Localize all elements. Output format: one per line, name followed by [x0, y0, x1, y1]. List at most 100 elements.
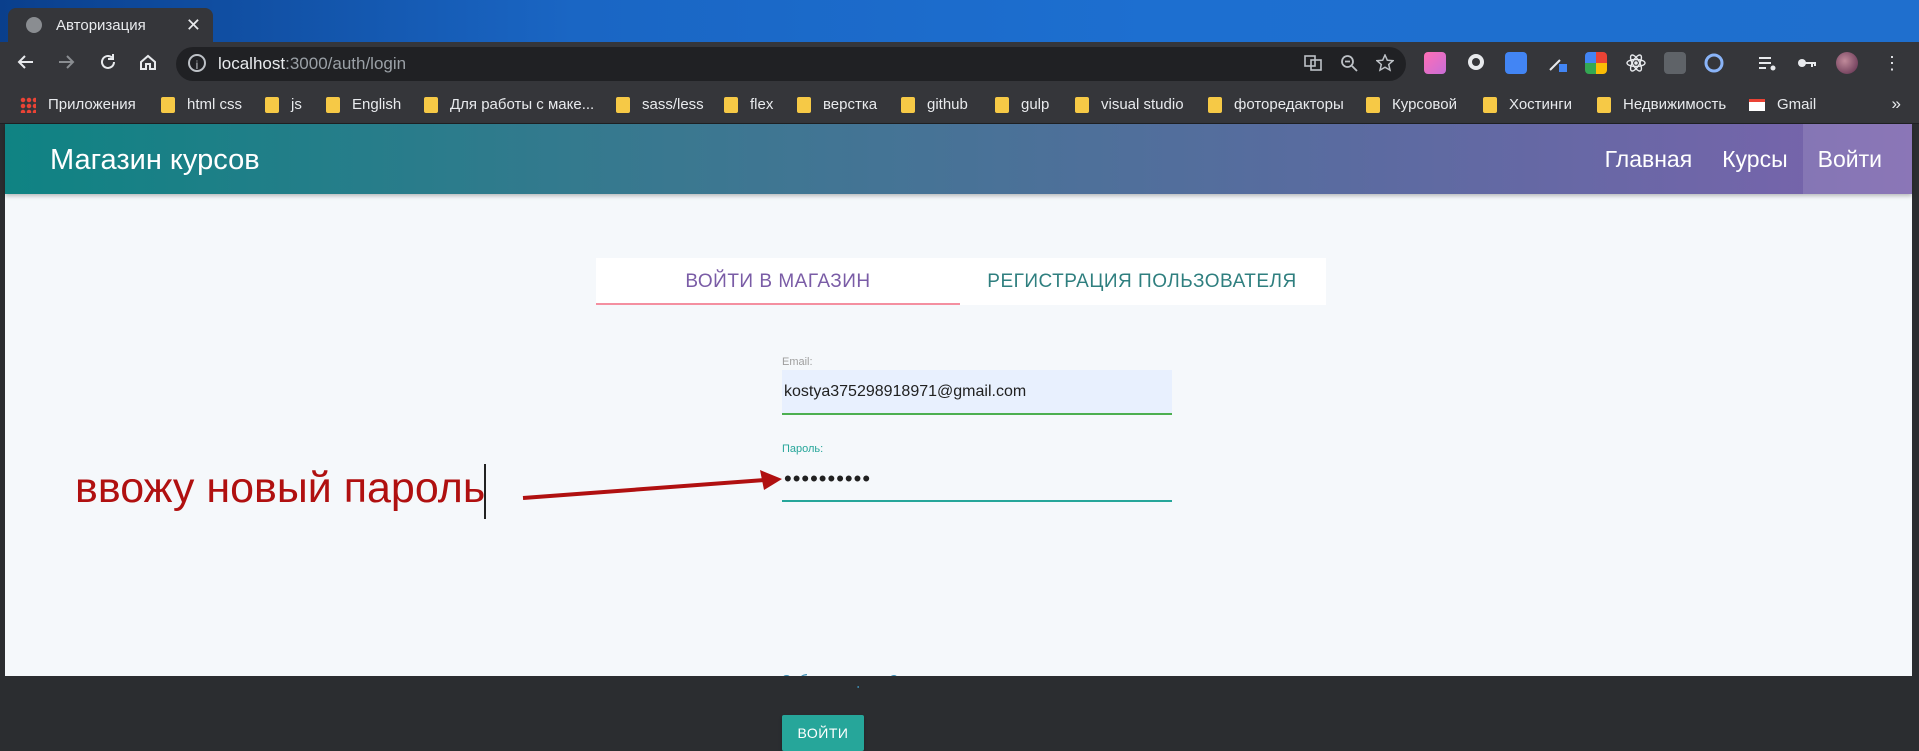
- annotation-text: ввожу новый пароль: [75, 464, 486, 512]
- bookmarks-bar: Приложения html css js English Для работ…: [0, 87, 1919, 124]
- folder-icon: [265, 96, 279, 113]
- bookmark-folder[interactable]: flex: [724, 96, 773, 113]
- bookmark-folder[interactable]: Для работы с маке...: [424, 96, 594, 113]
- menu-dots-icon[interactable]: ⋮: [1881, 52, 1903, 74]
- bookmark-label: Для работы с маке...: [450, 96, 595, 113]
- site-navbar: Магазин курсов Главная Курсы Войти: [5, 124, 1912, 194]
- omnibox-actions: [1304, 53, 1395, 77]
- folder-icon: [1483, 96, 1497, 113]
- more-bookmarks-icon[interactable]: »: [1892, 94, 1901, 114]
- bookmark-label: visual studio: [1101, 96, 1184, 113]
- bookmark-label: github: [927, 96, 968, 113]
- react-devtools-icon[interactable]: [1625, 52, 1647, 74]
- translate-icon[interactable]: [1304, 54, 1322, 77]
- window-bottom-border: [0, 676, 1919, 686]
- bookmark-label: Приложения: [48, 96, 136, 113]
- info-icon[interactable]: i: [188, 54, 206, 72]
- google-translate-icon[interactable]: [1505, 52, 1527, 74]
- email-field[interactable]: kostya375298918971@gmail.com: [782, 370, 1172, 415]
- address-bar[interactable]: i localhost:3000/auth/login: [176, 47, 1406, 81]
- browser-toolbar: i localhost:3000/auth/login ⋮: [0, 42, 1919, 87]
- page-viewport: Магазин курсов Главная Курсы Войти ВОЙТИ…: [5, 124, 1912, 751]
- bookmark-folder[interactable]: Хостинги: [1483, 96, 1572, 113]
- folder-icon: [1366, 96, 1380, 113]
- site-nav: Главная Курсы Войти: [1590, 124, 1912, 194]
- folder-icon: [1597, 96, 1611, 113]
- bookmark-folder[interactable]: html css: [161, 96, 242, 113]
- nav-courses[interactable]: Курсы: [1707, 124, 1802, 194]
- forward-icon[interactable]: [54, 52, 78, 76]
- bookmark-label: фоторедакторы: [1234, 96, 1344, 113]
- bookmark-folder[interactable]: sass/less: [616, 96, 704, 113]
- annotation-arrow-icon: [522, 470, 782, 500]
- password-field[interactable]: ••••••••••: [782, 457, 1172, 502]
- bookmark-label: English: [352, 96, 402, 113]
- folder-icon: [326, 96, 340, 113]
- folder-icon: [901, 96, 915, 113]
- bookmark-label: sass/less: [642, 96, 704, 113]
- avatar[interactable]: [1836, 52, 1858, 74]
- media-queue-icon[interactable]: [1756, 52, 1778, 74]
- gmail-icon: [1749, 98, 1765, 111]
- key-icon[interactable]: [1796, 52, 1818, 74]
- bookmark-folder[interactable]: English: [326, 96, 401, 113]
- browser-tab[interactable]: Авторизация ✕: [8, 8, 213, 42]
- bookmark-label: верстка: [823, 96, 878, 113]
- bookmark-apps[interactable]: Приложения: [20, 96, 136, 113]
- nav-home[interactable]: Главная: [1590, 124, 1708, 194]
- bookmark-folder[interactable]: верстка: [797, 96, 877, 113]
- bookmark-label: html css: [187, 96, 243, 113]
- tab-title: Авторизация: [56, 16, 146, 34]
- bookmark-label: gulp: [1021, 96, 1050, 113]
- bookmark-label: Хостинги: [1509, 96, 1573, 113]
- extension-color-icon[interactable]: [1424, 52, 1446, 74]
- folder-icon: [161, 96, 175, 113]
- folder-icon: [616, 96, 630, 113]
- tab-strip: Авторизация ✕: [0, 0, 1919, 42]
- bookmark-label: Gmail: [1777, 96, 1817, 113]
- site-brand[interactable]: Магазин курсов: [50, 144, 260, 177]
- tab-login[interactable]: ВОЙТИ В МАГАЗИН: [596, 258, 960, 305]
- nav-login[interactable]: Войти: [1802, 124, 1912, 194]
- grey-extension-icon[interactable]: [1664, 52, 1686, 74]
- chat-extension-icon[interactable]: [1465, 52, 1487, 74]
- folder-icon: [1208, 96, 1222, 113]
- url-path: :3000/auth/login: [285, 54, 407, 73]
- auth-tabs: ВОЙТИ В МАГАЗИН РЕГИСТРАЦИЯ ПОЛЬЗОВАТЕЛЯ: [596, 258, 1326, 305]
- bookmark-label: flex: [750, 96, 774, 113]
- zoom-icon[interactable]: [1340, 54, 1358, 77]
- tab-register[interactable]: РЕГИСТРАЦИЯ ПОЛЬЗОВАТЕЛЯ: [960, 258, 1324, 305]
- login-button[interactable]: ВОЙТИ: [782, 715, 864, 751]
- reload-icon[interactable]: [96, 52, 120, 76]
- circle-extension-icon[interactable]: [1703, 52, 1725, 74]
- email-label: Email:: [782, 356, 813, 368]
- eyedropper-icon[interactable]: [1546, 52, 1568, 74]
- bookmark-star-icon[interactable]: [1375, 53, 1395, 77]
- bookmark-folder[interactable]: gulp: [995, 96, 1049, 113]
- bookmark-label: Курсовой: [1392, 96, 1457, 113]
- grid-extension-icon[interactable]: [1585, 52, 1607, 74]
- bookmark-folder[interactable]: фоторедакторы: [1208, 96, 1344, 113]
- url-host: localhost: [218, 54, 286, 73]
- bookmark-folder[interactable]: js: [265, 96, 302, 113]
- apps-icon: [20, 96, 36, 113]
- bookmark-gmail[interactable]: Gmail: [1749, 96, 1816, 113]
- folder-icon: [424, 96, 438, 113]
- folder-icon: [797, 96, 811, 113]
- bookmark-label: js: [291, 96, 302, 113]
- folder-icon: [724, 96, 738, 113]
- back-icon[interactable]: [14, 52, 38, 76]
- bookmark-label: Недвижимость: [1623, 96, 1727, 113]
- bookmark-folder[interactable]: Недвижимость: [1597, 96, 1726, 113]
- close-icon[interactable]: ✕: [186, 15, 201, 36]
- globe-icon: [26, 17, 42, 33]
- bookmark-folder[interactable]: Курсовой: [1366, 96, 1457, 113]
- password-label: Пароль:: [782, 443, 824, 455]
- folder-icon: [995, 96, 1009, 113]
- home-icon[interactable]: [136, 52, 160, 76]
- text-caret: [484, 464, 486, 519]
- bookmark-folder[interactable]: github: [901, 96, 968, 113]
- login-form: Email: kostya375298918971@gmail.com Паро…: [782, 356, 1177, 751]
- bookmark-folder[interactable]: visual studio: [1075, 96, 1184, 113]
- url-text[interactable]: localhost:3000/auth/login: [218, 54, 406, 74]
